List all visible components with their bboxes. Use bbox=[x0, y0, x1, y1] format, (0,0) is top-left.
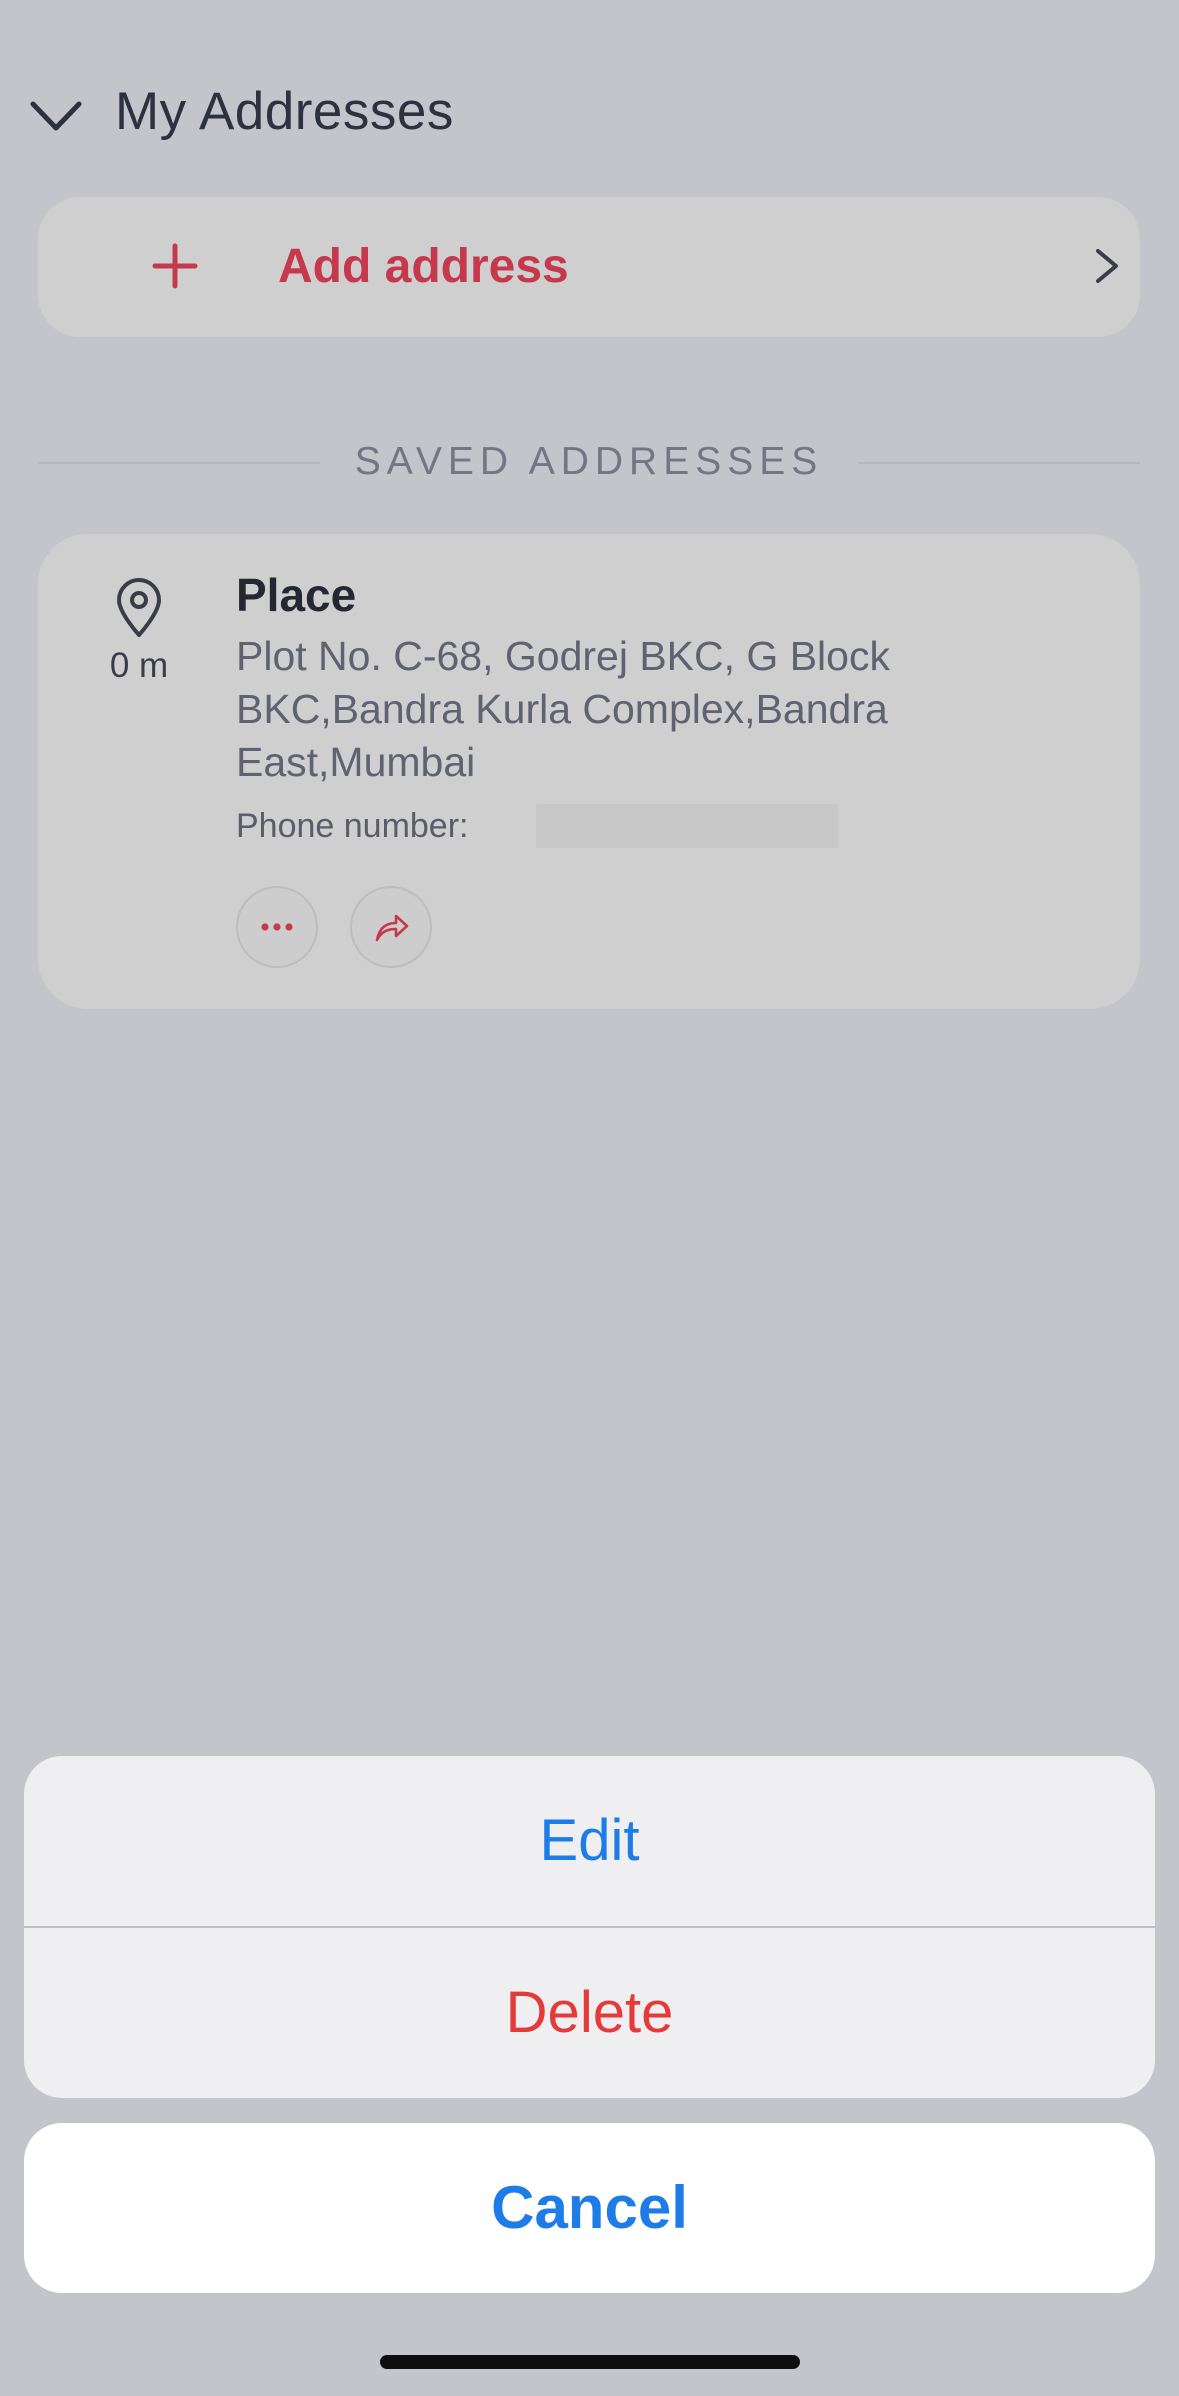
saved-address-card[interactable]: 0 m Place Plot No. C-68, Godrej BKC, G B… bbox=[38, 534, 1140, 1009]
more-options-button[interactable] bbox=[236, 886, 318, 968]
add-address-label: Add address bbox=[278, 240, 569, 293]
page-title: My Addresses bbox=[115, 82, 454, 141]
redacted-phone-number bbox=[536, 804, 838, 848]
page-header: My Addresses bbox=[0, 60, 1179, 164]
cancel-button[interactable]: Cancel bbox=[24, 2123, 1155, 2293]
saved-addresses-divider: SAVED ADDRESSES bbox=[38, 440, 1140, 484]
chevron-right-icon bbox=[1088, 247, 1126, 285]
location-pin-icon bbox=[114, 577, 164, 639]
plus-icon bbox=[152, 243, 198, 289]
share-button[interactable] bbox=[350, 886, 432, 968]
chevron-down-icon[interactable] bbox=[30, 90, 82, 142]
more-icon bbox=[261, 923, 293, 931]
phone-label: Phone number: bbox=[236, 807, 469, 845]
address-name: Place bbox=[236, 569, 357, 621]
add-address-button[interactable]: Add address bbox=[38, 197, 1140, 337]
delete-button[interactable]: Delete bbox=[24, 1928, 1155, 2098]
home-indicator[interactable] bbox=[380, 2355, 800, 2369]
address-text: Plot No. C-68, Godrej BKC, G Block BKC,B… bbox=[236, 633, 890, 785]
share-icon bbox=[375, 914, 409, 942]
edit-button[interactable]: Edit bbox=[24, 1756, 1155, 1926]
divider-line bbox=[858, 462, 1140, 464]
distance-label: 0 m bbox=[109, 646, 169, 685]
action-sheet: Edit Delete bbox=[24, 1756, 1155, 2098]
